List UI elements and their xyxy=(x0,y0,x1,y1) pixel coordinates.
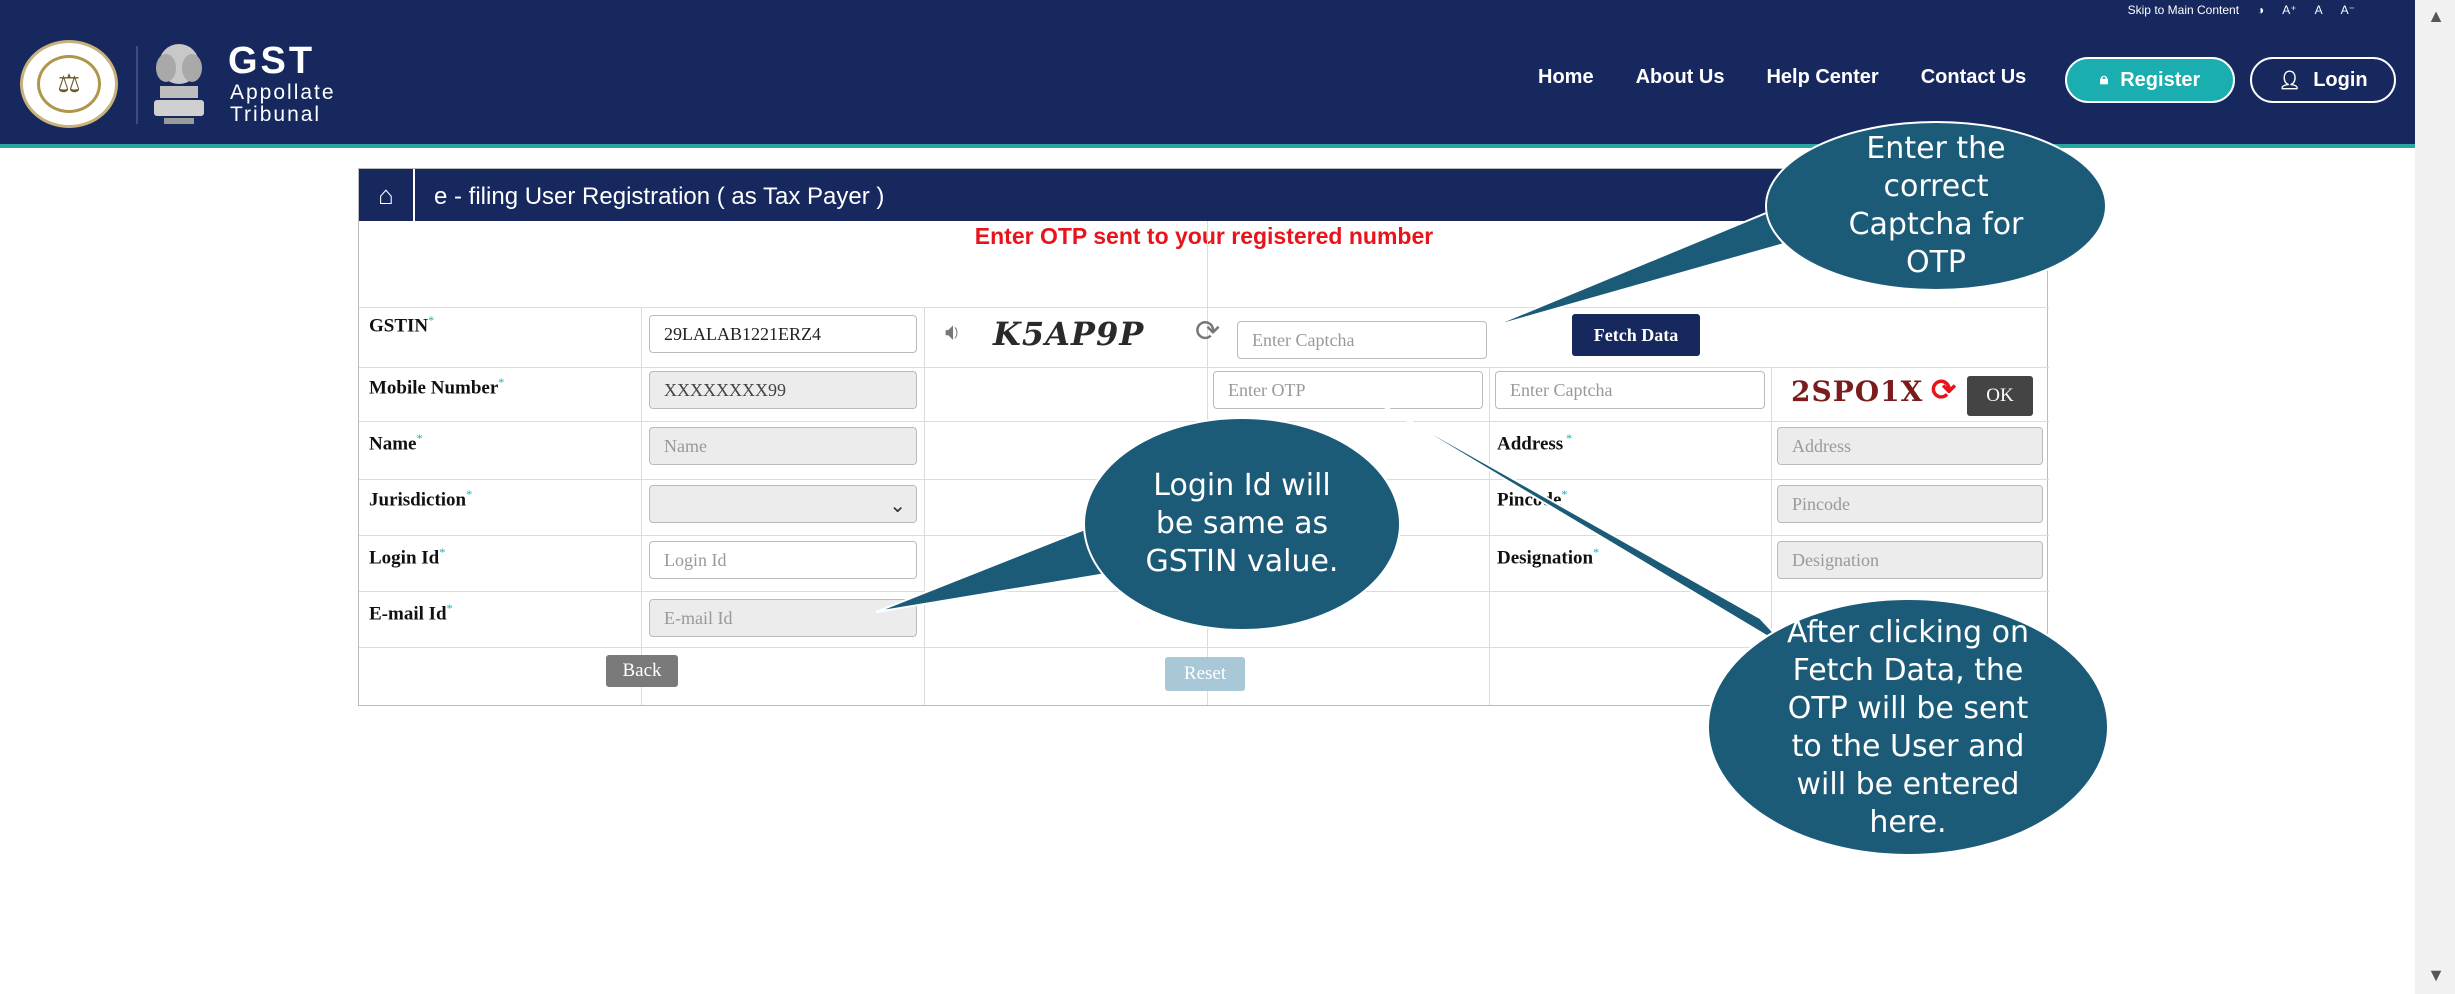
captcha-image: K5AP9P xyxy=(993,315,1145,353)
header-divider xyxy=(136,46,138,124)
otp-captcha-image: 2SPO1X xyxy=(1791,375,1924,408)
home-icon[interactable]: ⌂ xyxy=(359,169,415,221)
row-divider xyxy=(359,307,2049,308)
row-divider xyxy=(359,367,2049,368)
col-divider xyxy=(1771,367,1772,705)
captcha-input[interactable]: Enter Captcha xyxy=(1237,321,1487,359)
pincode-input[interactable]: Pincode xyxy=(1777,485,2043,523)
brand-title: GST xyxy=(228,40,316,82)
panel-title: e - filing User Registration ( as Tax Pa… xyxy=(434,183,885,210)
jurisdiction-label: Jurisdiction* xyxy=(369,487,473,511)
panel-header: ⌂ e - filing User Registration ( as Tax … xyxy=(359,169,2047,221)
register-button[interactable]: 🔒︎ Register xyxy=(2065,57,2235,103)
email-label: E-mail Id* xyxy=(369,601,453,625)
brand-subtitle-line-2: Tribunal xyxy=(230,103,322,126)
lock-icon: 🔒︎ xyxy=(2099,71,2109,88)
gstin-input[interactable]: 29LALAB1221ERZ4 xyxy=(649,315,917,353)
otp-callout-text: After clicking on Fetch Data, the OTP wi… xyxy=(1787,615,2029,840)
contrast-toggle-icon[interactable]: ◑ xyxy=(2257,3,2264,17)
back-button[interactable]: Back xyxy=(606,655,678,687)
font-increase-button[interactable]: A⁺ xyxy=(2282,3,2296,17)
nav-contact-link[interactable]: Contact Us xyxy=(1921,66,2027,89)
nav-home-link[interactable]: Home xyxy=(1538,66,1594,89)
jurisdiction-select[interactable]: ⌄ xyxy=(649,485,917,523)
font-decrease-button[interactable]: A⁻ xyxy=(2341,3,2355,17)
mobile-number-input[interactable]: XXXXXXXX99 xyxy=(649,371,917,409)
nav-help-link[interactable]: Help Center xyxy=(1766,66,1878,89)
fetch-data-button[interactable]: Fetch Data xyxy=(1572,314,1700,356)
skip-to-content-link[interactable]: Skip to Main Content xyxy=(2128,3,2239,17)
register-label: Register xyxy=(2120,68,2201,91)
speaker-icon[interactable]: 🔉︎ xyxy=(945,319,960,347)
address-input[interactable]: Address xyxy=(1777,427,2043,465)
otp-captcha-input[interactable]: Enter Captcha xyxy=(1495,371,1765,409)
otp-sent-message: Enter OTP sent to your registered number xyxy=(974,223,1434,249)
brand-subtitle: Appollate Tribunal xyxy=(230,82,336,126)
mobile-number-label: Mobile Number* xyxy=(369,375,505,399)
designation-input[interactable]: Designation xyxy=(1777,541,2043,579)
tribunal-seal-logo[interactable]: ⚖ xyxy=(20,40,118,128)
refresh-captcha-icon[interactable]: ⟳ xyxy=(1195,314,1220,349)
ok-button[interactable]: OK xyxy=(1967,376,2033,416)
login-label: Login xyxy=(2313,68,2368,91)
page-scrollbar[interactable]: ▲ ▼ xyxy=(2415,0,2455,994)
refresh-otp-captcha-icon[interactable]: ⟳ xyxy=(1931,373,1956,408)
accessibility-bar: Skip to Main Content ◑ A⁺ A A⁻ xyxy=(2128,3,2355,17)
login-button[interactable]: 👤︎ Login xyxy=(2250,57,2396,103)
address-label: Address * xyxy=(1497,431,1573,455)
login-id-input[interactable]: Login Id xyxy=(649,541,917,579)
top-strip: Skip to Main Content ◑ A⁺ A A⁻ xyxy=(0,0,2415,24)
name-label: Name* xyxy=(369,431,423,455)
national-emblem-icon xyxy=(154,44,204,124)
scroll-up-arrow-icon[interactable]: ▲ xyxy=(2427,6,2445,27)
gstin-label: GSTIN* xyxy=(369,313,435,337)
font-normal-button[interactable]: A xyxy=(2315,3,2323,17)
email-input[interactable]: E-mail Id xyxy=(649,599,917,637)
brand-subtitle-line-1: Appollate xyxy=(230,81,336,104)
site-header: ⚖ GST Appollate Tribunal Home About Us H… xyxy=(0,24,2415,148)
designation-label: Designation* xyxy=(1497,545,1600,569)
chevron-down-icon: ⌄ xyxy=(889,495,906,517)
otp-input[interactable]: Enter OTP xyxy=(1213,371,1483,409)
nav-about-link[interactable]: About Us xyxy=(1636,66,1725,89)
scroll-down-arrow-icon[interactable]: ▼ xyxy=(2427,965,2445,986)
login-id-label: Login Id* xyxy=(369,545,446,569)
scales-of-justice-icon: ⚖ xyxy=(37,55,101,113)
reset-button[interactable]: Reset xyxy=(1165,657,1245,691)
col-divider xyxy=(924,307,925,705)
main-nav: Home About Us Help Center Contact Us xyxy=(1538,66,2068,89)
row-divider xyxy=(359,421,2049,422)
user-icon: 👤︎ xyxy=(2278,69,2302,90)
row-divider xyxy=(359,591,2049,592)
col-divider xyxy=(1489,367,1490,705)
col-divider xyxy=(641,307,642,705)
name-input[interactable]: Name xyxy=(649,427,917,465)
login-callout-text: Login Id will be same as GSTIN value. xyxy=(1145,468,1339,579)
pincode-label: Pincode* xyxy=(1497,487,1568,511)
captcha-callout-text: Enter the correct Captcha for OTP xyxy=(1848,131,2024,280)
